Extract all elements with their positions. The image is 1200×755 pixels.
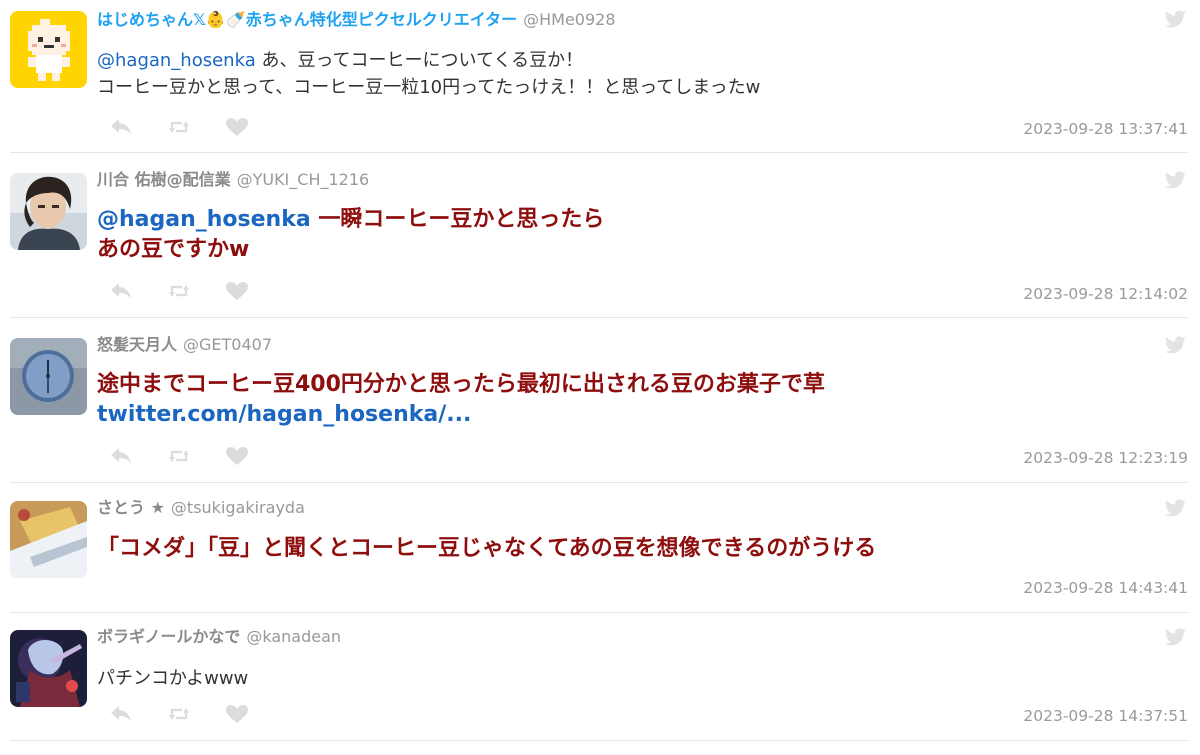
reply-icon[interactable] <box>107 116 135 138</box>
tweet-timestamp[interactable]: 2023-09-28 14:43:41 <box>1023 579 1188 597</box>
reply-icon[interactable] <box>107 703 135 725</box>
retweet-icon[interactable] <box>165 116 193 138</box>
user-handle[interactable]: @HMe0928 <box>523 10 615 29</box>
tweet-1: はじめちゃん𝕏👶🍼赤ちゃん特化型ピクセルクリエイター @HMe0928 @haga… <box>10 0 1188 153</box>
tweet-text-line: 途中までコーヒー豆400円分かと思ったら最初に出される豆のお菓子で草 <box>97 372 825 397</box>
heart-icon[interactable] <box>223 116 251 138</box>
display-name[interactable]: はじめちゃん𝕏👶🍼赤ちゃん特化型ピクセルクリエイター <box>97 10 517 29</box>
tweet-header: さとう ★ @tsukigakirayda <box>97 497 305 519</box>
heart-icon[interactable] <box>223 703 251 725</box>
retweet-icon[interactable] <box>165 280 193 302</box>
twitter-bird-icon[interactable] <box>1165 171 1186 189</box>
baby-pixel-avatar-icon <box>10 11 87 88</box>
man-photo-avatar-icon <box>10 173 87 250</box>
user-handle[interactable]: @YUKI_CH_1216 <box>237 170 370 189</box>
tweet-3: 怒髪天月人 @GET0407 途中までコーヒー豆400円分かと思ったら最初に出され… <box>10 318 1188 483</box>
tweet-link[interactable]: twitter.com/hagan_hosenka/... <box>97 400 1178 430</box>
tweet-5: ボラギノールかなで @kanadean パチンコかよwww 2023-09-28 … <box>10 613 1188 741</box>
retweet-icon[interactable] <box>165 703 193 725</box>
tweet-text: 「コメダ」「豆」と聞くとコーヒー豆じゃなくてあの豆を想像できるのがうける <box>97 534 1178 564</box>
retweet-icon[interactable] <box>165 445 193 467</box>
tweet-header: 怒髪天月人 @GET0407 <box>97 334 272 356</box>
tweet-2: 川合 佑樹@配信業 @YUKI_CH_1216 @hagan_hosenka 一瞬… <box>10 153 1188 318</box>
tweet-header: 川合 佑樹@配信業 @YUKI_CH_1216 <box>97 169 369 191</box>
reply-icon[interactable] <box>107 280 135 302</box>
heart-icon[interactable] <box>223 445 251 467</box>
tweet-text-line: コーヒー豆かと思って、コーヒー豆一粒10円ってたっけえ！！と思ってしまったw <box>97 77 761 98</box>
tweet-actions <box>107 280 251 302</box>
user-handle[interactable]: @tsukigakirayda <box>171 498 305 517</box>
tweet-text: @hagan_hosenka 一瞬コーヒー豆かと思ったら あの豆ですかw <box>97 205 1178 265</box>
heart-icon[interactable] <box>223 280 251 302</box>
avatar[interactable] <box>10 173 87 250</box>
tweet-text: 途中までコーヒー豆400円分かと思ったら最初に出される豆のお菓子で草 twitt… <box>97 370 1178 430</box>
tweet-timestamp[interactable]: 2023-09-28 14:37:51 <box>1023 707 1188 725</box>
photo-avatar-icon <box>10 501 87 578</box>
mention-link[interactable]: @hagan_hosenka <box>97 207 311 232</box>
tweet-header: ボラギノールかなで @kanadean <box>97 626 341 648</box>
tweet-text: @hagan_hosenka あ、豆ってコーヒーについてくる豆か！ コーヒー豆か… <box>97 47 1178 101</box>
tweet-text-line: 「コメダ」「豆」と聞くとコーヒー豆じゃなくてあの豆を想像できるのがうける <box>97 536 877 561</box>
tweet-text-line: あの豆ですかw <box>97 237 250 262</box>
tweet-actions <box>107 703 251 725</box>
display-name[interactable]: さとう ★ <box>97 498 165 517</box>
tweet-timestamp[interactable]: 2023-09-28 12:23:19 <box>1023 449 1188 467</box>
twitter-bird-icon[interactable] <box>1165 336 1186 354</box>
user-handle[interactable]: @GET0407 <box>183 335 272 354</box>
tweet-timestamp[interactable]: 2023-09-28 12:14:02 <box>1023 285 1188 303</box>
tweet-text-line: 一瞬コーヒー豆かと思ったら <box>310 207 605 232</box>
twitter-bird-icon[interactable] <box>1165 499 1186 517</box>
tweet-header: はじめちゃん𝕏👶🍼赤ちゃん特化型ピクセルクリエイター @HMe0928 <box>97 9 616 31</box>
reply-icon[interactable] <box>107 445 135 467</box>
twitter-bird-icon[interactable] <box>1165 628 1186 646</box>
display-name[interactable]: ボラギノールかなで <box>97 627 240 646</box>
avatar[interactable] <box>10 338 87 415</box>
mention-link[interactable]: @hagan_hosenka <box>97 50 256 71</box>
anime-avatar-icon <box>10 630 87 707</box>
tweet-text-line: パチンコかよwww <box>97 668 249 689</box>
tweet-4: さとう ★ @tsukigakirayda 「コメダ」「豆」と聞くとコーヒー豆じゃ… <box>10 483 1188 613</box>
user-handle[interactable]: @kanadean <box>246 627 341 646</box>
tweet-actions <box>107 445 251 467</box>
tweet-timestamp[interactable]: 2023-09-28 13:37:41 <box>1023 120 1188 138</box>
avatar[interactable] <box>10 630 87 707</box>
twitter-bird-icon[interactable] <box>1165 10 1186 28</box>
display-name[interactable]: 川合 佑樹@配信業 <box>97 170 231 189</box>
tweet-text: パチンコかよwww <box>97 665 1178 692</box>
avatar[interactable] <box>10 501 87 578</box>
display-name[interactable]: 怒髪天月人 <box>97 335 177 354</box>
avatar[interactable] <box>10 11 87 88</box>
tweet-actions <box>107 116 251 138</box>
tweet-text-line: あ、豆ってコーヒーについてくる豆か！ <box>255 50 584 71</box>
clock-avatar-icon <box>10 338 87 415</box>
